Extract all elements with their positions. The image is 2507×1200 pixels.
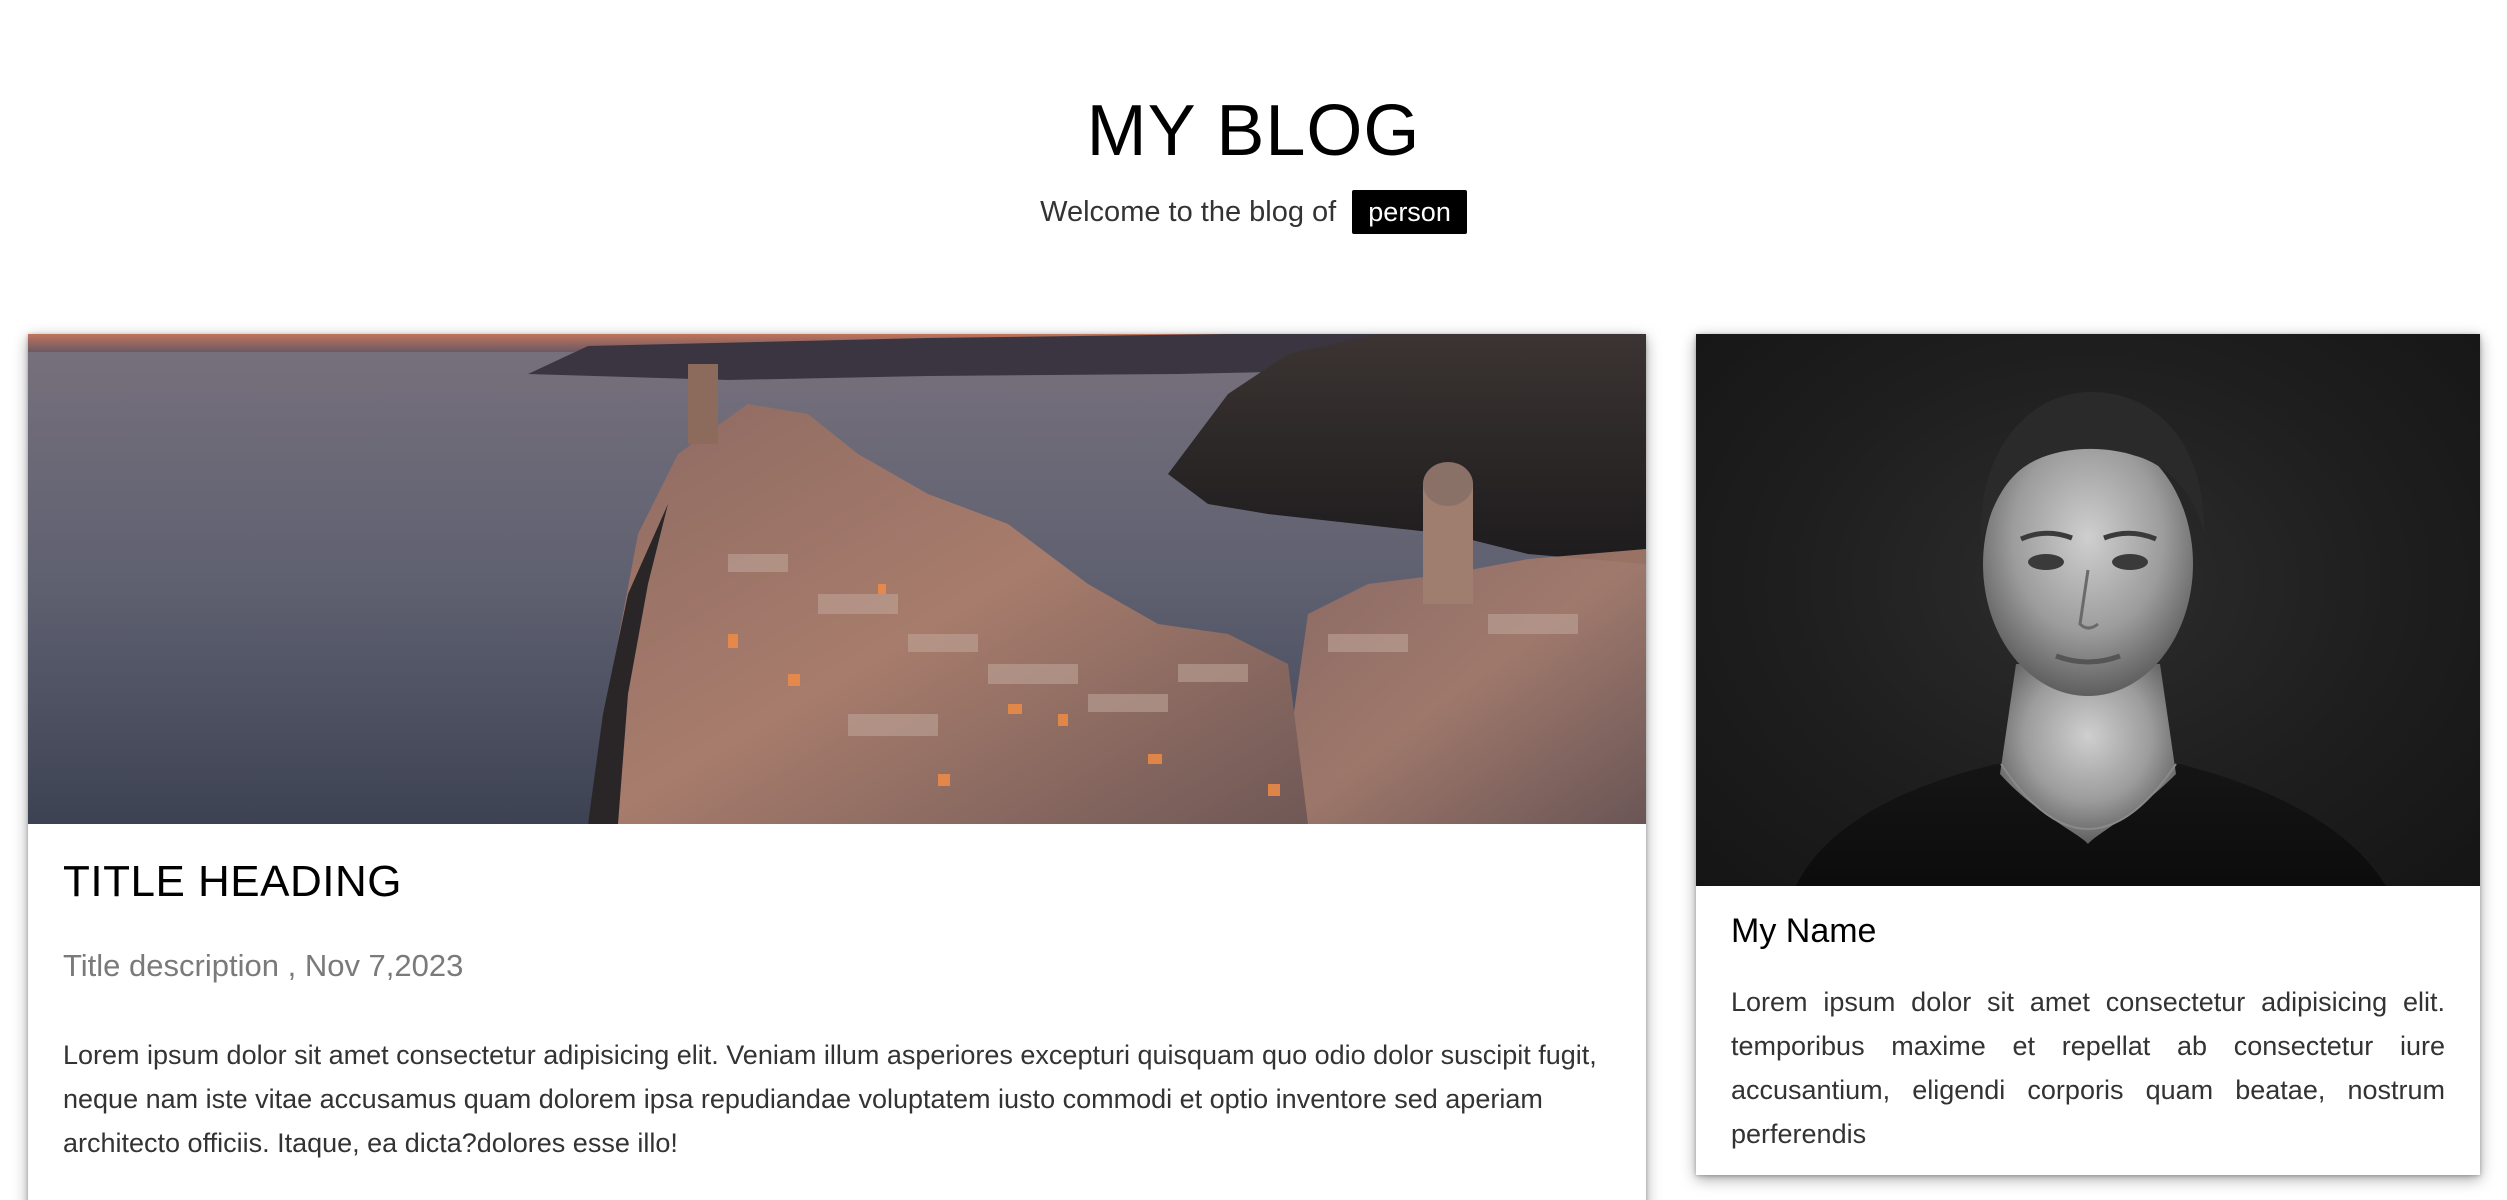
coastal-village-photo [28,334,1646,824]
profile-card: My Name Lorem ipsum dolor sit amet conse… [1696,334,2480,1175]
portrait-photo [1696,334,2480,886]
blog-page: MY BLOG Welcome to the blog of person TI… [0,0,2507,1200]
post-meta: Title description , Nov 7,2023 [63,948,464,983]
post-title: TITLE HEADING [63,857,402,906]
post-card: TITLE HEADING Title description , Nov 7,… [28,334,1646,1200]
profile-name: My Name [1731,912,1877,950]
tagline-text: Welcome to the blog of [1040,196,1337,228]
site-tagline: Welcome to the blog of person [0,190,2507,234]
post-description: Title description [63,948,279,983]
profile-bio: Lorem ipsum dolor sit amet consectetur a… [1731,987,2445,1149]
author-badge: person [1352,190,1467,234]
site-title: MY BLOG [1086,91,1421,171]
post-body: Lorem ipsum dolor sit amet consectetur a… [63,1040,1597,1158]
post-date: Nov 7,2023 [304,948,464,983]
